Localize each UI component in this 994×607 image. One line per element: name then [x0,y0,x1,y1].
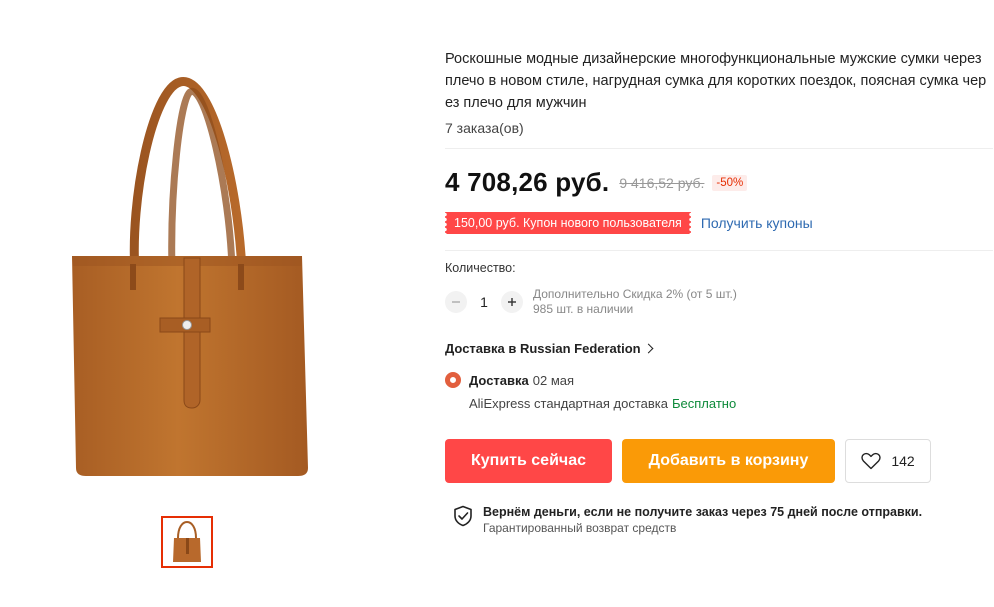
shipping-destination[interactable]: Доставка в Russian Federation [445,341,993,356]
divider [445,250,993,251]
buyer-protection: Вернём деньги, если не получите заказ че… [453,505,993,535]
product-info: Роскошные модные дизайнерские многофункц… [443,48,993,535]
product-main-image[interactable] [60,60,320,490]
price-row: 4 708,26 руб. 9 416,52 руб. -50% [445,167,993,198]
refund-guarantee: Вернём деньги, если не получите заказ че… [483,505,923,519]
buy-now-button[interactable]: Купить сейчас [445,439,612,483]
delivery-cost: Бесплатно [671,396,737,411]
action-buttons: Купить сейчас Добавить в корзину 142 [445,439,993,483]
delivery-service-name: AliExpress стандартная доставка [469,396,668,411]
chevron-right-icon [643,343,654,354]
refund-guarantee-sub: Гарантированный возврат средств [483,521,677,535]
increase-quantity-button[interactable] [501,291,523,313]
quantity-input[interactable]: 1 [467,294,501,310]
product-page: Роскошные модные дизайнерские многофункц… [0,0,994,607]
coupon-row: 150,00 руб. Купон нового пользователя По… [443,212,993,234]
plus-icon [508,298,516,306]
product-thumbnail[interactable] [161,516,213,568]
quantity-label: Количество: [445,261,516,275]
current-price: 4 708,26 руб. [445,167,610,197]
original-price: 9 416,52 руб. [619,174,705,191]
heart-icon [861,452,881,470]
bulk-discount-text: Дополнительно Скидка 2% (от 5 шт.) [533,287,737,301]
wishlist-count: 142 [891,453,915,469]
stock-text: 985 шт. в наличии [533,302,634,316]
delivery-service: AliExpress стандартная доставка Бесплатно [469,396,993,411]
delivery-date: 02 мая [532,372,575,388]
delivery-label: Доставка [469,372,529,388]
wishlist-button[interactable]: 142 [845,439,931,483]
divider [445,148,993,149]
shield-check-icon [454,505,472,527]
delivery-option[interactable]: Доставка 02 мая [445,372,993,388]
add-to-cart-button[interactable]: Добавить в корзину [622,439,835,483]
discount-badge: -50% [712,174,748,191]
new-user-coupon[interactable]: 150,00 руб. Купон нового пользователя [443,212,693,234]
orders-count: 7 заказа(ов) [445,120,524,136]
quantity-meta: Дополнительно Скидка 2% (от 5 шт.) 985 ш… [533,287,737,317]
decrease-quantity-button[interactable] [445,291,467,313]
quantity-stepper: 1 Дополнительно Скидка 2% (от 5 шт.) 985… [445,287,993,317]
delivery-radio[interactable] [445,372,461,388]
shipping-destination-label: Доставка в Russian Federation [445,341,641,356]
product-title: Роскошные модные дизайнерские многофункц… [445,51,987,111]
get-coupons-link[interactable]: Получить купоны [701,215,813,231]
buyer-protection-text: Вернём деньги, если не получите заказ че… [483,505,922,535]
minus-icon [452,301,460,303]
